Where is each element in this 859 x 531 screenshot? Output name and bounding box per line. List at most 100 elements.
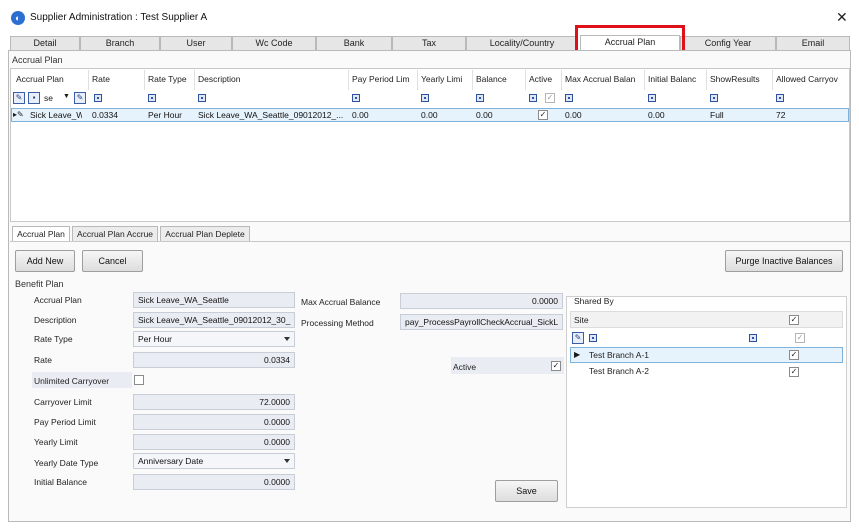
pay-period-limit-field[interactable]: 0.0000 (133, 414, 295, 430)
chevron-down-icon[interactable] (284, 337, 290, 341)
rate-type-dropdown[interactable]: Per Hour (133, 331, 295, 347)
unlimited-carryover-checkbox[interactable] (134, 375, 144, 385)
tab-branch[interactable]: Branch (80, 36, 160, 50)
app-logo-icon: ◐ (11, 11, 25, 25)
column-header-active[interactable]: Active (529, 74, 552, 84)
add-new-button[interactable]: Add New (15, 250, 75, 272)
column-header-initial-balance[interactable]: Initial Balanc (648, 74, 696, 84)
initial-balance-field[interactable]: 0.0000 (133, 474, 295, 490)
yearly-date-type-label: Yearly Date Type (34, 458, 99, 468)
column-header-accrual-plan[interactable]: Accrual Plan (16, 74, 64, 84)
filter-operator-icon[interactable]: ▪ (28, 92, 40, 104)
initial-balance-label: Initial Balance (34, 477, 87, 487)
cell-yearly-limit[interactable]: 0.00 (421, 110, 438, 120)
column-header-allowed-carryover[interactable]: Allowed Carryov (776, 74, 838, 84)
column-divider (194, 70, 195, 90)
cell-max-accrual-balance[interactable]: 0.00 (565, 110, 582, 120)
column-divider (561, 70, 562, 90)
tab-wc-code[interactable]: Wc Code (232, 36, 316, 50)
filter-operator-icon[interactable] (352, 94, 360, 102)
yearly-limit-label: Yearly Limit (34, 437, 78, 447)
filter-checkbox[interactable]: ✓ (795, 333, 805, 343)
tab-email[interactable]: Email (776, 36, 850, 50)
select-all-checkbox[interactable]: ✓ (789, 315, 799, 325)
max-accrual-balance-field[interactable]: 0.0000 (400, 293, 563, 309)
cell-description[interactable]: Sick Leave_WA_Seattle_09012012_... (198, 110, 343, 120)
cell-rate-type[interactable]: Per Hour (148, 110, 182, 120)
cell-rate[interactable]: 0.0334 (92, 110, 118, 120)
cancel-button[interactable]: Cancel (82, 250, 143, 272)
edit-icon[interactable]: ✎ (13, 92, 25, 104)
filter-operator-icon[interactable] (476, 94, 484, 102)
filter-operator-icon[interactable] (148, 94, 156, 102)
shared-site-name[interactable]: Test Branch A-1 (589, 350, 649, 360)
cell-show-results[interactable]: Full (710, 110, 724, 120)
filter-operator-icon[interactable] (94, 94, 102, 102)
cell-allowed-carryover[interactable]: 72 (776, 110, 785, 120)
filter-operator-icon[interactable] (529, 94, 537, 102)
column-header-yearly-limit[interactable]: Yearly Limi (421, 74, 462, 84)
filter-operator-icon[interactable] (710, 94, 718, 102)
cell-initial-balance[interactable]: 0.00 (648, 110, 665, 120)
tab-locality-country[interactable]: Locality/Country (466, 36, 578, 50)
column-header-pay-period-limit[interactable]: Pay Period Lim (352, 74, 410, 84)
tab-detail[interactable]: Detail (10, 36, 80, 50)
yearly-date-type-dropdown[interactable]: Anniversary Date (133, 453, 295, 469)
subtab-accrual-plan-deplete[interactable]: Accrual Plan Deplete (160, 226, 250, 241)
filter-operator-icon[interactable] (776, 94, 784, 102)
active-label: Active (453, 362, 477, 372)
edit-icon[interactable]: ✎ (572, 332, 584, 344)
column-divider (88, 70, 89, 90)
shared-by-header-row (570, 311, 843, 328)
column-header-show-results[interactable]: ShowResults (710, 74, 760, 84)
rate-field[interactable]: 0.0334 (133, 352, 295, 368)
tab-config-year[interactable]: Config Year (680, 36, 776, 50)
subtab-accrual-plan-accrue[interactable]: Accrual Plan Accrue (72, 226, 158, 241)
chevron-down-icon[interactable]: ▼ (63, 93, 70, 100)
shared-site-checkbox[interactable]: ✓ (789, 350, 799, 360)
column-header-description[interactable]: Description (198, 74, 241, 84)
shared-by-title: Shared By (574, 296, 614, 306)
yearly-limit-field[interactable]: 0.0000 (133, 434, 295, 450)
purge-inactive-balances-button[interactable]: Purge Inactive Balances (725, 250, 843, 272)
cell-active-checkbox[interactable]: ✓ (538, 110, 548, 120)
clear-filter-icon[interactable]: ✎ (74, 92, 86, 104)
close-icon[interactable]: ✕ (836, 9, 848, 26)
active-filter-checkbox[interactable]: ✓ (545, 93, 555, 103)
cell-pay-period-limit[interactable]: 0.00 (352, 110, 369, 120)
processing-method-field[interactable]: pay_ProcessPayrollCheckAccrual_SickL (400, 314, 563, 330)
filter-operator-icon[interactable] (198, 94, 206, 102)
description-field[interactable]: Sick Leave_WA_Seattle_09012012_30_ (133, 312, 295, 328)
cell-balance[interactable]: 0.00 (476, 110, 493, 120)
filter-operator-icon[interactable] (589, 334, 597, 342)
column-divider (706, 70, 707, 90)
column-header-balance[interactable]: Balance (476, 74, 507, 84)
column-header-rate-type[interactable]: Rate Type (148, 74, 187, 84)
tab-tax[interactable]: Tax (392, 36, 466, 50)
benefit-plan-title: Benefit Plan (15, 279, 64, 289)
filter-operator-icon[interactable] (648, 94, 656, 102)
tab-bank[interactable]: Bank (316, 36, 392, 50)
active-checkbox[interactable]: ✓ (551, 361, 561, 371)
carryover-limit-field[interactable]: 72.0000 (133, 394, 295, 410)
save-button[interactable]: Save (495, 480, 558, 502)
accrual-plan-field[interactable]: Sick Leave_WA_Seattle (133, 292, 295, 308)
filter-input[interactable]: se (44, 93, 53, 103)
cell-accrual-plan[interactable]: Sick Leave_W (30, 110, 82, 120)
chevron-down-icon[interactable] (284, 459, 290, 463)
subtab-accrual-plan[interactable]: Accrual Plan (12, 226, 70, 241)
filter-operator-icon[interactable] (749, 334, 757, 342)
column-header-rate[interactable]: Rate (92, 74, 110, 84)
yearly-date-type-value: Anniversary Date (138, 456, 204, 466)
shared-site-checkbox[interactable]: ✓ (789, 367, 799, 377)
shared-site-name[interactable]: Test Branch A-2 (589, 366, 649, 376)
filter-operator-icon[interactable] (421, 94, 429, 102)
column-header-site[interactable]: Site (574, 315, 589, 325)
column-header-max-accrual-balance[interactable]: Max Accrual Balan (565, 74, 635, 84)
rate-type-label: Rate Type (34, 334, 73, 344)
filter-operator-icon[interactable] (565, 94, 573, 102)
tab-user[interactable]: User (160, 36, 232, 50)
column-divider (348, 70, 349, 90)
unlimited-carryover-label: Unlimited Carryover (34, 376, 110, 386)
pay-period-limit-label: Pay Period Limit (34, 417, 96, 427)
